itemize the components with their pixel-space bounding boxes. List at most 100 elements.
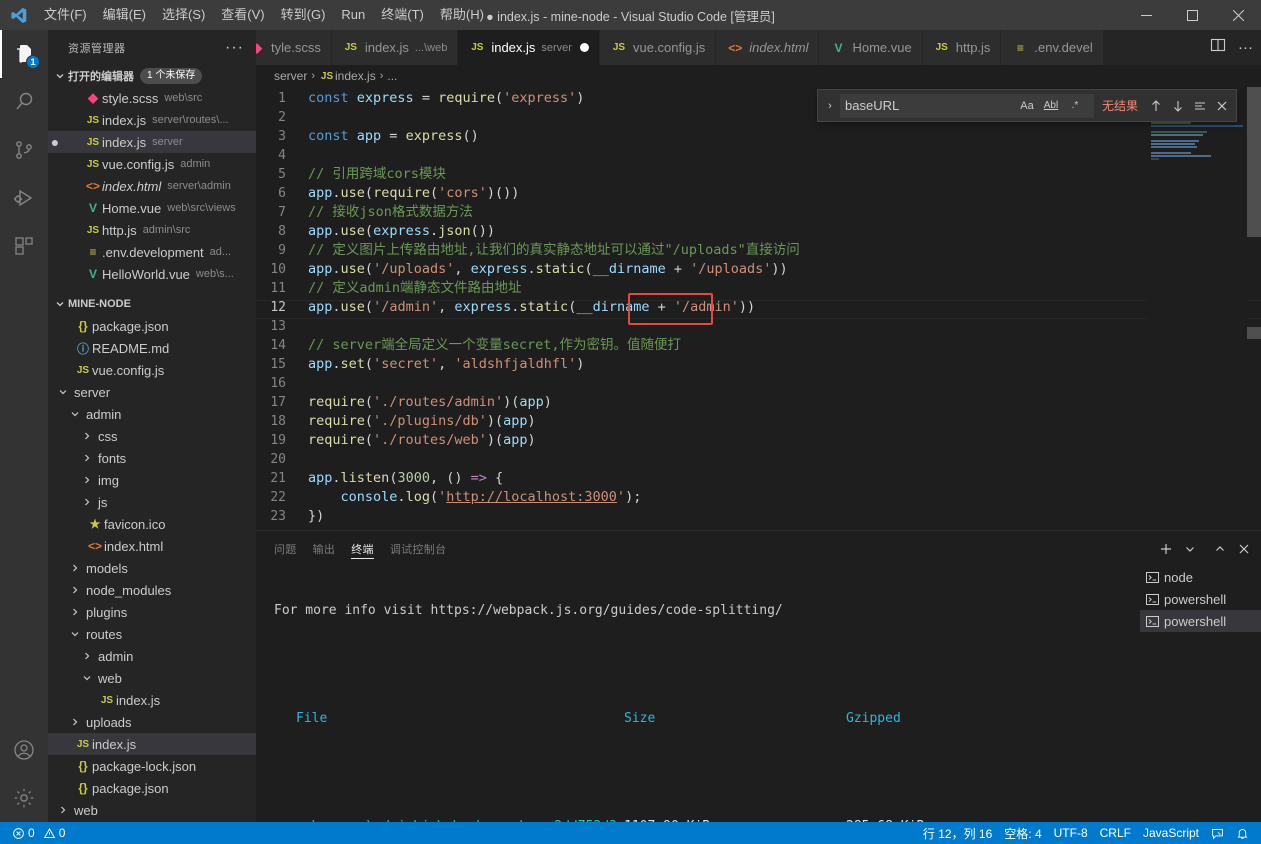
close-find-icon[interactable] [1212, 96, 1232, 116]
breadcrumb-folder[interactable]: server [274, 69, 307, 83]
open-editor-item[interactable]: VHelloWorld.vueweb\s... [48, 263, 256, 285]
terminal-list-item[interactable]: powershell [1140, 588, 1261, 610]
open-editor-item[interactable]: ●JSindex.jsserver [48, 131, 256, 153]
code-line[interactable]: 11// 定义admin端静态文件路由地址 [256, 279, 1261, 298]
code-line[interactable]: 20 [256, 450, 1261, 469]
editor-scrollbar[interactable] [1247, 87, 1261, 530]
tree-folder[interactable]: css [48, 425, 256, 447]
code-line[interactable]: 5// 引用跨域cors模块 [256, 165, 1261, 184]
editor-scrollbar-thumb[interactable] [1247, 87, 1261, 237]
chevron-right-icon[interactable] [56, 805, 70, 815]
editor-tab-actions[interactable]: ··· [1202, 30, 1261, 65]
code-line[interactable]: 9// 定义图片上传路由地址,让我们的真实静态地址可以通过"/uploads"直… [256, 241, 1261, 260]
find-options[interactable]: Aa Abl .* [1017, 96, 1089, 116]
tree-folder[interactable]: js [48, 491, 256, 513]
editor-tab[interactable]: ≡.env.devel [1001, 30, 1103, 65]
panel-header[interactable]: 问题 输出 终端 调试控制台 [256, 531, 1261, 566]
menu-go[interactable]: 转到(G) [273, 4, 334, 26]
terminal-output[interactable]: For more info visit https://webpack.js.o… [256, 566, 1140, 822]
tree-folder[interactable]: uploads [48, 711, 256, 733]
panel-tab-output[interactable]: 输出 [313, 531, 336, 566]
tree-file[interactable]: {}package-lock.json [48, 755, 256, 777]
code-line[interactable]: 10app.use('/uploads', express.static(__d… [256, 260, 1261, 279]
panel-actions[interactable] [1159, 542, 1261, 556]
menu-selection[interactable]: 选择(S) [154, 4, 213, 26]
file-tree[interactable]: {}package-lock.json{}package.jsonⓘREADME… [48, 315, 256, 822]
menu-help[interactable]: 帮助(H) [432, 4, 492, 26]
menu-edit[interactable]: 编辑(E) [95, 4, 154, 26]
window-controls[interactable] [1123, 0, 1261, 30]
breadcrumb[interactable]: server › JS index.js › ... [256, 65, 1261, 87]
tree-folder[interactable]: admin [48, 403, 256, 425]
tree-folder[interactable]: img [48, 469, 256, 491]
chevron-down-icon[interactable] [56, 387, 70, 397]
tree-file[interactable]: {}package.json [48, 315, 256, 337]
breadcrumb-file[interactable]: index.js [335, 69, 376, 83]
chevron-right-icon[interactable] [80, 431, 94, 441]
split-editor-icon[interactable] [1210, 37, 1226, 58]
new-terminal-icon[interactable] [1159, 542, 1173, 556]
editor-tab[interactable]: JShttp.js [923, 30, 1002, 65]
tree-file[interactable]: ⓘREADME.md [48, 337, 256, 359]
toggle-replace-icon[interactable]: › [820, 100, 840, 112]
editor-tabs[interactable]: ◆tyle.scssJSindex.js...\webJSindex.jsser… [256, 30, 1261, 65]
activity-run-debug[interactable] [0, 174, 48, 222]
chevron-right-icon[interactable] [68, 585, 82, 595]
minimize-button[interactable] [1123, 0, 1169, 30]
code-line[interactable]: 19require('./routes/web')(app) [256, 431, 1261, 450]
menu-view[interactable]: 查看(V) [213, 4, 272, 26]
breadcrumb-symbol[interactable]: ... [387, 69, 397, 83]
activity-extensions[interactable] [0, 222, 48, 270]
terminal-list-item[interactable]: node [1140, 566, 1261, 588]
status-cursor-position[interactable]: 行 12，列 16 [917, 822, 998, 844]
find-buttons[interactable] [1146, 96, 1232, 116]
activity-account[interactable] [0, 726, 48, 774]
tree-folder[interactable]: web [48, 667, 256, 689]
code-editor[interactable]: 1const express = require('express')23con… [256, 87, 1261, 530]
tree-folder[interactable]: plugins [48, 601, 256, 623]
editor-tab[interactable]: VHome.vue [819, 30, 922, 65]
status-language-mode[interactable]: JavaScript [1137, 822, 1205, 844]
editor-tab[interactable]: JSindex.jsserver [458, 30, 600, 65]
chevron-down-icon[interactable] [68, 629, 82, 639]
tree-file[interactable]: {}package.json [48, 777, 256, 799]
open-editors-header[interactable]: 打开的编辑器 1 个未保存 [48, 65, 256, 87]
code-line[interactable]: 16 [256, 374, 1261, 393]
code-line[interactable]: 12app.use('/admin', express.static(__dir… [256, 298, 1261, 317]
activity-source-control[interactable] [0, 126, 48, 174]
status-eol[interactable]: CRLF [1094, 822, 1137, 844]
tree-folder[interactable]: models [48, 557, 256, 579]
find-input[interactable]: baseURL Aa Abl .* [840, 94, 1094, 118]
maximize-button[interactable] [1169, 0, 1215, 30]
open-editor-item[interactable]: JSvue.config.jsadmin [48, 153, 256, 175]
tree-folder[interactable]: node_modules [48, 579, 256, 601]
code-line[interactable]: 21app.listen(3000, () => { [256, 469, 1261, 488]
code-line[interactable]: 8app.use(express.json()) [256, 222, 1261, 241]
terminal-list-item[interactable]: powershell [1140, 610, 1261, 632]
tree-folder[interactable]: web [48, 799, 256, 821]
chevron-right-icon[interactable] [68, 607, 82, 617]
panel-tab-problems[interactable]: 问题 [274, 531, 297, 566]
status-indentation[interactable]: 空格: 4 [998, 822, 1047, 844]
status-notifications-bell-icon[interactable] [1230, 822, 1255, 844]
editor-tab[interactable]: <>index.html [716, 30, 819, 65]
chevron-right-icon[interactable] [80, 497, 94, 507]
find-widget[interactable]: › baseURL Aa Abl .* 无结果 [817, 89, 1237, 122]
find-previous-icon[interactable] [1146, 96, 1166, 116]
terminal-instances-list[interactable]: nodepowershellpowershell [1140, 566, 1261, 822]
open-editors-list[interactable]: ◆style.scssweb\srcJSindex.jsserver\route… [48, 87, 256, 285]
code-line[interactable]: 4 [256, 146, 1261, 165]
whole-word-icon[interactable]: Abl [1041, 96, 1061, 116]
tree-folder[interactable]: server [48, 381, 256, 403]
menu-bar[interactable]: 文件(F) 编辑(E) 选择(S) 查看(V) 转到(G) Run 终端(T) … [36, 0, 492, 30]
chevron-right-icon[interactable] [68, 717, 82, 727]
tree-folder[interactable]: routes [48, 623, 256, 645]
terminal-dropdown-icon[interactable] [1183, 542, 1197, 556]
code-line[interactable]: 6app.use(require('cors')()) [256, 184, 1261, 203]
match-case-icon[interactable]: Aa [1017, 96, 1037, 116]
code-line[interactable]: 14// server端全局定义一个变量secret,作为密钥。值随便打 [256, 336, 1261, 355]
chevron-right-icon[interactable] [80, 475, 94, 485]
chevron-down-icon[interactable] [68, 409, 82, 419]
tree-file[interactable]: ★favicon.ico [48, 513, 256, 535]
project-header[interactable]: MINE-NODE [48, 293, 256, 315]
